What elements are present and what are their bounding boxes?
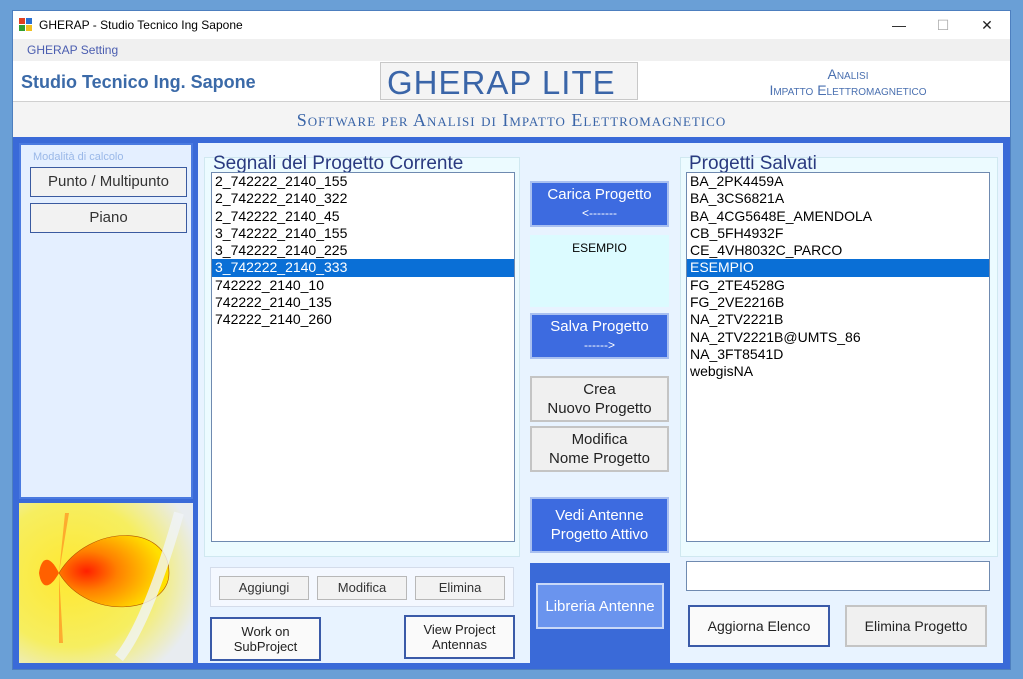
analisi-line1: Analisi: [827, 66, 869, 82]
header: Studio Tecnico Ing. Sapone GHERAP LITE A…: [13, 61, 1010, 101]
projects-items: BA_2PK4459A BA_3CS6821A BA_4CG5648E_AMENDO…: [687, 173, 989, 381]
library-area: Libreria Antenne: [530, 563, 670, 663]
libreria-antenne-button[interactable]: Libreria Antenne: [536, 583, 664, 629]
list-item[interactable]: 2_742222_2140_155: [212, 173, 514, 190]
carica-progetto-button[interactable]: Carica Progetto <-------: [530, 181, 669, 227]
app-window: GHERAP - Studio Tecnico Ing Sapone — ☐ ✕…: [12, 10, 1011, 670]
list-item[interactable]: BA_2PK4459A: [687, 173, 989, 190]
maximize-button[interactable]: ☐: [921, 11, 965, 39]
modifica-nome-line1: Modifica: [571, 431, 628, 448]
modifica-nome-progetto-button[interactable]: Modifica Nome Progetto: [530, 426, 669, 472]
list-item[interactable]: BA_3CS6821A: [687, 190, 989, 207]
list-item[interactable]: BA_4CG5648E_AMENDOLA: [687, 208, 989, 225]
app-icon: [19, 18, 33, 32]
signal-actions: Aggiungi Modifica Elimina: [210, 567, 514, 607]
crea-nuovo-progetto-button[interactable]: Crea Nuovo Progetto: [530, 376, 669, 422]
signals-list[interactable]: 2_742222_2140_155 2_742222_2140_322 2_7422…: [211, 172, 515, 542]
calc-mode-panel: Modalità di calcolo Punto / Multipunto P…: [19, 143, 193, 499]
work-subproject-line2: SubProject: [233, 639, 298, 654]
carica-arrow: <-------: [582, 206, 617, 220]
projects-list[interactable]: BA_2PK4459A BA_3CS6821A BA_4CG5648E_AMENDO…: [686, 172, 990, 542]
view-antennas-line1: View Project: [423, 622, 496, 637]
list-item[interactable]: NA_3FT8541D: [687, 346, 989, 363]
list-item[interactable]: 3_742222_2140_155: [212, 225, 514, 242]
analisi-heading: Analisi Impatto Elettromagnetico: [713, 66, 983, 98]
modifica-button[interactable]: Modifica: [317, 576, 407, 600]
list-item[interactable]: 3_742222_2140_333: [212, 259, 514, 277]
list-item[interactable]: NA_2TV2221B: [687, 311, 989, 328]
piano-button[interactable]: Piano: [30, 203, 187, 233]
punto-multipunto-button[interactable]: Punto / Multipunto: [30, 167, 187, 197]
work-subproject-button[interactable]: Work on SubProject: [210, 617, 321, 661]
view-antennas-line2: Antennas: [432, 637, 487, 652]
elimina-button[interactable]: Elimina: [415, 576, 505, 600]
studio-name: Studio Tecnico Ing. Sapone: [21, 72, 256, 92]
minimize-button[interactable]: —: [877, 11, 921, 39]
list-item[interactable]: 2_742222_2140_45: [212, 208, 514, 225]
crea-line2: Nuovo Progetto: [547, 400, 652, 417]
aggiungi-button[interactable]: Aggiungi: [219, 576, 309, 600]
list-item[interactable]: FG_2VE2216B: [687, 294, 989, 311]
list-item[interactable]: 2_742222_2140_322: [212, 190, 514, 207]
subtitle-bar: Software per Analisi di Impatto Elettrom…: [13, 101, 1010, 137]
signals-frame: Segnali del Progetto Corrente 2_742222_2…: [204, 153, 520, 557]
current-project-name: ESEMPIO: [572, 241, 627, 255]
list-item[interactable]: 742222_2140_135: [212, 294, 514, 311]
crea-line1: Crea: [583, 381, 616, 398]
salva-progetto-button[interactable]: Salva Progetto ------>: [530, 313, 669, 359]
content-panel: Segnali del Progetto Corrente 2_742222_2…: [198, 143, 1003, 663]
aggiorna-elenco-button[interactable]: Aggiorna Elenco: [688, 605, 830, 647]
software-subtitle: Software per Analisi di Impatto Elettrom…: [296, 110, 727, 130]
work-subproject-line1: Work on: [241, 624, 290, 639]
modifica-nome-line2: Nome Progetto: [549, 450, 650, 467]
signals-items: 2_742222_2140_155 2_742222_2140_322 2_7422…: [212, 173, 514, 329]
calc-mode-label: Modalità di calcolo: [33, 151, 124, 163]
list-item[interactable]: FG_2TE4528G: [687, 277, 989, 294]
list-item[interactable]: CB_5FH4932F: [687, 225, 989, 242]
analisi-line2: Impatto Elettromagnetico: [769, 82, 927, 98]
vedi-line1: Vedi Antenne: [555, 507, 644, 524]
vedi-antenne-button[interactable]: Vedi Antenne Progetto Attivo: [530, 497, 669, 553]
view-project-antennas-button[interactable]: View Project Antennas: [404, 615, 515, 659]
elimina-progetto-button[interactable]: Elimina Progetto: [845, 605, 987, 647]
window-title: GHERAP - Studio Tecnico Ing Sapone: [39, 18, 243, 32]
salva-arrow: ------>: [584, 338, 615, 352]
list-item[interactable]: CE_4VH8032C_PARCO: [687, 242, 989, 259]
list-item[interactable]: NA_2TV2221B@UMTS_86: [687, 329, 989, 346]
carica-line1: Carica Progetto: [547, 186, 652, 203]
projects-frame: Progetti Salvati BA_2PK4459A BA_3CS6821A B…: [680, 153, 998, 557]
list-item[interactable]: 3_742222_2140_225: [212, 242, 514, 259]
title-bar: GHERAP - Studio Tecnico Ing Sapone — ☐ ✕: [13, 11, 1010, 39]
close-button[interactable]: ✕: [965, 11, 1009, 39]
list-item[interactable]: 742222_2140_10: [212, 277, 514, 294]
main-area: Modalità di calcolo Punto / Multipunto P…: [13, 137, 1010, 669]
app-title: GHERAP LITE: [387, 64, 616, 101]
menu-bar: GHERAP Setting: [13, 39, 1010, 61]
vedi-line2: Progetto Attivo: [550, 526, 649, 543]
list-item[interactable]: webgisNA: [687, 363, 989, 380]
salva-line1: Salva Progetto: [550, 318, 649, 335]
list-item[interactable]: 742222_2140_260: [212, 311, 514, 328]
app-title-box: GHERAP LITE: [380, 62, 638, 101]
current-project-box: ESEMPIO: [530, 235, 669, 307]
project-name-field[interactable]: [686, 561, 990, 591]
list-item[interactable]: ESEMPIO: [687, 259, 989, 277]
radiation-pattern-image: [19, 503, 193, 663]
menu-gherap-setting[interactable]: GHERAP Setting: [27, 43, 118, 57]
